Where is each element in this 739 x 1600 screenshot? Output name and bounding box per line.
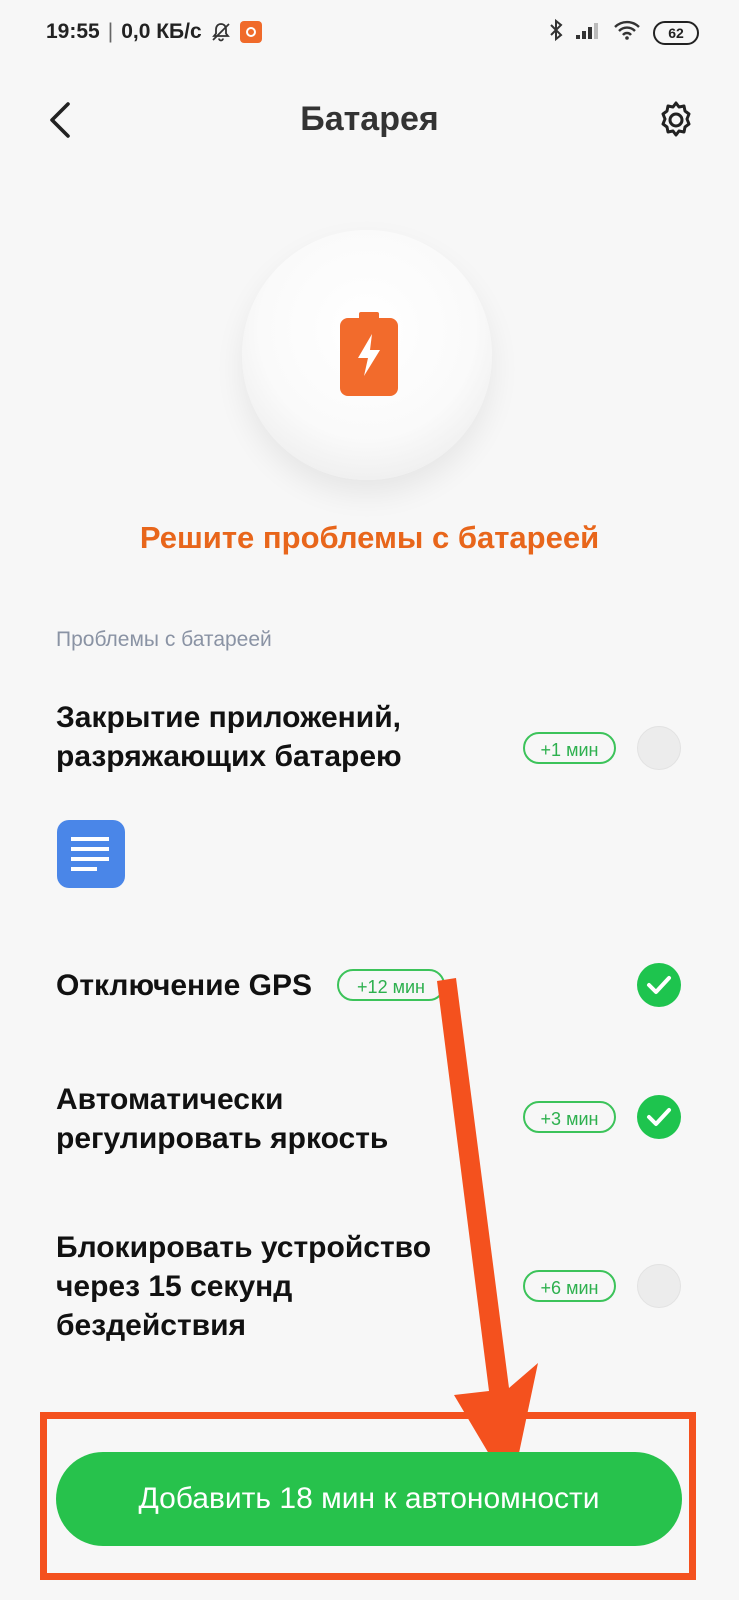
time-badge: +12 мин (337, 969, 445, 1001)
network-speed: 0,0 КБ/с (121, 20, 202, 43)
gear-icon[interactable] (656, 100, 696, 140)
issue-title-lock-device[interactable]: Блокировать устройство через 15 секунд б… (56, 1228, 431, 1345)
issue-checkbox-lock-device[interactable] (637, 1264, 681, 1308)
status-separator: | (107, 20, 114, 43)
section-label: Проблемы с батареей (56, 628, 272, 651)
time-badge: +3 мин (523, 1101, 616, 1133)
status-bar: 19:55 | 0,0 КБ/с 62 (0, 0, 739, 66)
issue-checkbox-gps[interactable] (637, 963, 681, 1007)
checkmark-icon (647, 1108, 671, 1126)
page-title: Батарея (300, 100, 439, 138)
status-left: 19:55 | 0,0 КБ/с (46, 20, 262, 44)
time-badge: +1 мин (523, 732, 616, 764)
wifi-icon (613, 19, 641, 46)
issue-title-line: Отключение GPS (56, 969, 312, 1002)
issue-title-close-apps[interactable]: Закрытие приложений, разряжающих батарею (56, 698, 402, 776)
bluetooth-icon (549, 18, 563, 47)
issue-title-line: через 15 секунд (56, 1270, 293, 1303)
app-notification-icon (239, 21, 262, 43)
status-time: 19:55 (46, 20, 100, 43)
issue-title-line: разряжающих батарею (56, 740, 402, 773)
add-battery-time-button[interactable]: Добавить 18 мин к автономности (56, 1452, 682, 1546)
issue-checkbox-brightness[interactable] (637, 1095, 681, 1139)
battery-level: 62 (653, 20, 699, 45)
signal-icon (575, 20, 601, 45)
checkmark-icon (647, 976, 671, 994)
issue-checkbox-close-apps[interactable] (637, 726, 681, 770)
mute-icon (210, 21, 232, 43)
issue-title-gps[interactable]: Отключение GPS (56, 966, 312, 1005)
issue-title-brightness[interactable]: Автоматически регулировать яркость (56, 1080, 388, 1158)
docs-app-icon (57, 820, 125, 888)
issue-title-line: Блокировать устройство (56, 1231, 432, 1264)
status-right: 62 (549, 18, 699, 47)
issue-title-line: Автоматически (56, 1083, 284, 1116)
time-badge: +6 мин (523, 1270, 616, 1302)
issue-title-line: бездействия (56, 1309, 247, 1342)
hero-title: Решите проблемы с батареей (139, 520, 600, 555)
issue-title-line: регулировать яркость (56, 1122, 389, 1155)
battery-charging-icon (340, 312, 398, 396)
issue-title-line: Закрытие приложений, (56, 701, 401, 734)
